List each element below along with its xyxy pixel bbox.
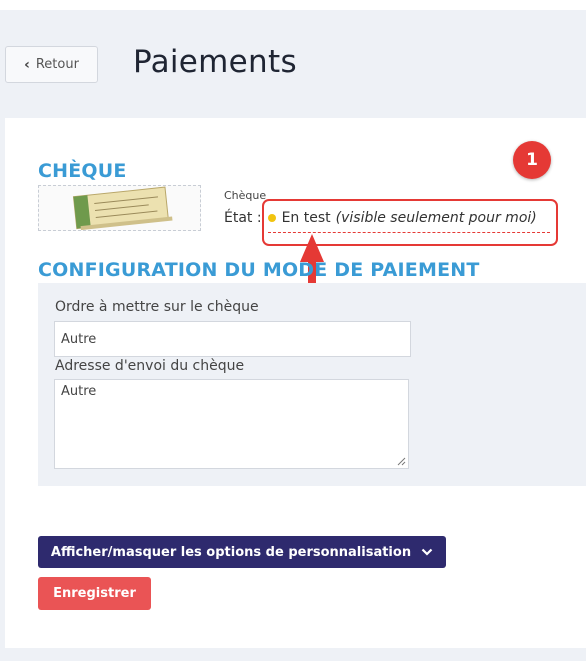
- save-button[interactable]: Enregistrer: [38, 577, 151, 610]
- state-label: État :: [224, 210, 262, 226]
- address-textarea[interactable]: Autre: [54, 379, 409, 469]
- payment-method-name: Chèque: [224, 189, 267, 202]
- back-button[interactable]: ‹ Retour: [5, 46, 98, 83]
- back-button-label: Retour: [35, 57, 79, 72]
- toggle-options-label: Afficher/masquer les options de personna…: [50, 544, 412, 560]
- address-field-label: Adresse d'envoi du chèque: [55, 358, 245, 374]
- annotation-badge: 1: [513, 141, 551, 179]
- chevron-down-icon: [421, 548, 433, 556]
- address-textarea-value: Autre: [61, 384, 97, 399]
- chevron-left-icon: ‹: [24, 56, 30, 73]
- toggle-options-button[interactable]: Afficher/masquer les options de personna…: [38, 536, 446, 568]
- order-input[interactable]: Autre: [54, 321, 411, 357]
- order-field-label: Ordre à mettre sur le chèque: [55, 299, 259, 315]
- config-section-title: CONFIGURATION DU MODE DE PAIEMENT: [38, 259, 480, 281]
- cheque-section-title: CHÈQUE: [38, 160, 127, 182]
- footer-band: [0, 648, 586, 661]
- cheque-image: [38, 185, 201, 231]
- page-title: Paiements: [133, 44, 297, 80]
- resize-grip-icon[interactable]: [396, 456, 406, 466]
